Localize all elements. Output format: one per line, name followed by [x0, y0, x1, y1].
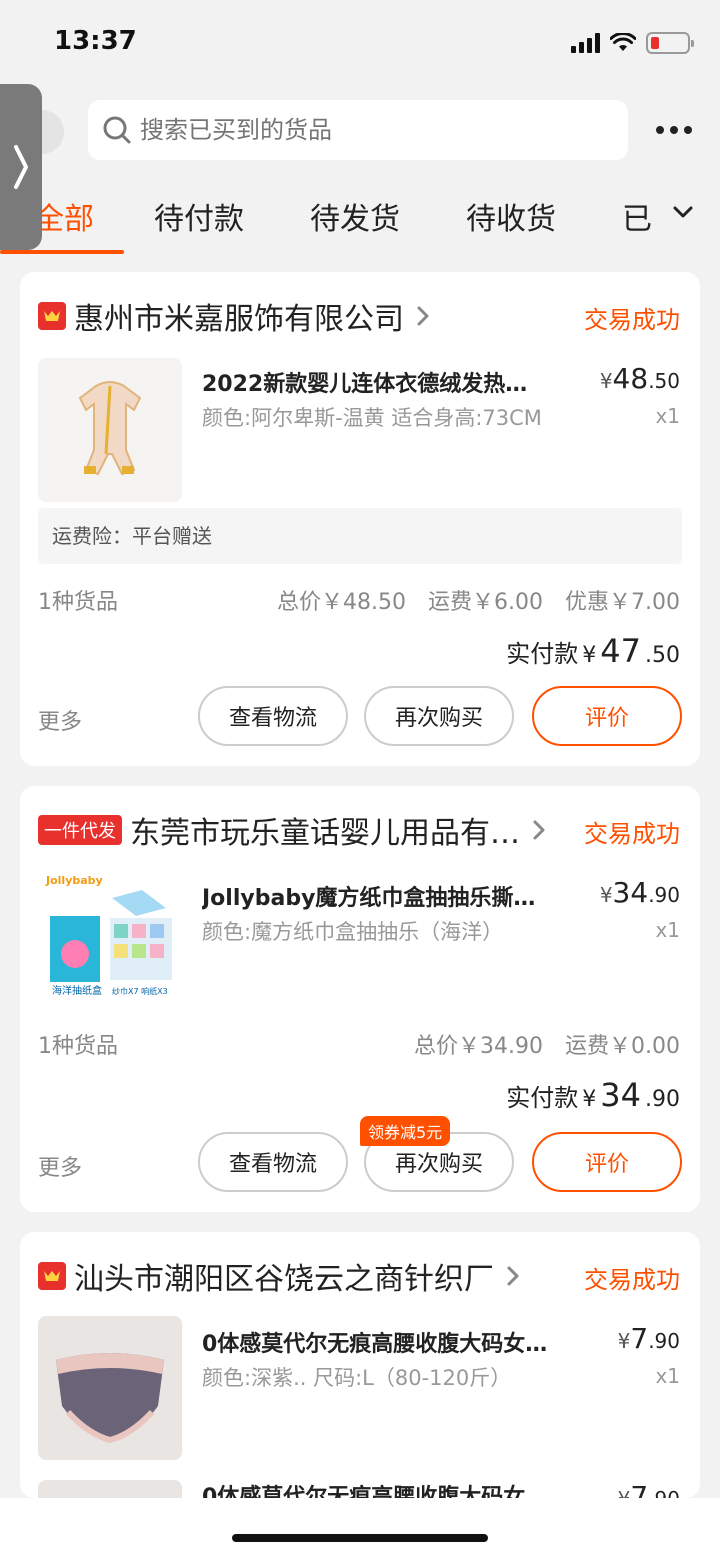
price-summary: 总价￥34.90 运费￥0.00	[414, 1028, 680, 1060]
product-thumbnail[interactable]	[38, 1480, 182, 1498]
thumbnail-brand: Jollybaby	[45, 874, 103, 887]
shop-name: 汕头市潮阳区谷饶云之商针织厂	[74, 1262, 494, 1297]
item-title[interactable]: 0体感莫代尔无痕高腰收腹大码女…	[202, 1326, 562, 1358]
battery-level	[651, 37, 659, 49]
thumbnail-subcaption: 纱巾X7 响纸X3	[112, 986, 168, 996]
chevron-down-icon[interactable]	[672, 204, 694, 220]
battery-icon	[646, 32, 694, 54]
order-status: 交易成功	[584, 306, 680, 334]
order-status: 交易成功	[584, 1266, 680, 1294]
item-count: 1种货品	[38, 590, 118, 615]
shipping-fee: 运费￥6.00	[428, 590, 543, 615]
home-indicator[interactable]	[232, 1534, 488, 1542]
order-card: 汕头市潮阳区谷饶云之商针织厂 交易成功 0体感莫代尔无痕高腰收腹大码女… 颜色:…	[20, 1232, 700, 1498]
item-title[interactable]: 2022新款婴儿连体衣德绒发热…	[202, 366, 562, 398]
shop-tag: 一件代发	[38, 815, 122, 845]
chevron-right-icon	[14, 145, 28, 189]
thumbnail-caption: 海洋抽纸盒	[52, 984, 102, 997]
item-spec: 颜色:深紫.. 尺码:L（80-120斤）	[202, 1366, 512, 1390]
shipping-fee: 运费￥0.00	[565, 1034, 680, 1059]
more-link[interactable]: 更多	[38, 704, 82, 736]
item-price: ¥34.90	[599, 876, 680, 909]
shop-row[interactable]: 汕头市潮阳区谷饶云之商针织厂	[38, 1258, 522, 1297]
item-title[interactable]: Jollybaby魔方纸巾盒抽抽乐撕…	[202, 880, 562, 912]
shop-row[interactable]: 惠州市米嘉服饰有限公司	[38, 298, 432, 337]
tab-all[interactable]: 全部	[34, 194, 94, 238]
item-price: ¥7.90	[617, 1322, 680, 1355]
shipping-insurance: 运费险：平台赠送	[38, 508, 682, 564]
status-icons	[571, 30, 694, 56]
tab-pending-payment[interactable]: 待付款	[154, 194, 244, 238]
item-title[interactable]: 0体感莫代尔无痕高腰收腹大码女…	[202, 1484, 562, 1498]
total-price: 总价￥34.90	[414, 1034, 543, 1059]
order-card: 一件代发 东莞市玩乐童话婴儿用品有… 交易成功 Jollybaby 海洋抽纸盒 …	[20, 786, 700, 1212]
tab-active-indicator	[0, 250, 124, 254]
view-logistics-button[interactable]: 查看物流	[198, 1132, 348, 1192]
chevron-right-icon	[533, 820, 545, 840]
signal-icon	[571, 33, 600, 53]
side-drawer-handle[interactable]	[0, 84, 42, 250]
search-box[interactable]	[88, 100, 628, 160]
status-time: 13:37	[54, 26, 137, 56]
review-button[interactable]: 评价	[532, 1132, 682, 1192]
item-count: 1种货品	[38, 1034, 118, 1059]
discount: 优惠￥7.00	[565, 590, 680, 615]
item-spec: 颜色:阿尔卑斯-温黄 适合身高:73CM	[202, 406, 542, 430]
tab-completed[interactable]: 已	[622, 194, 652, 238]
review-button[interactable]: 评价	[532, 686, 682, 746]
bottom-bar	[0, 1498, 720, 1558]
product-thumbnail[interactable]	[38, 358, 182, 502]
price-summary: 总价￥48.50 运费￥6.00 优惠￥7.00	[277, 584, 680, 616]
order-status: 交易成功	[584, 820, 680, 848]
more-options-icon[interactable]	[656, 126, 692, 134]
buy-again-button[interactable]: 再次购买	[364, 686, 514, 746]
tab-pending-shipment[interactable]: 待发货	[310, 194, 400, 238]
search-input[interactable]	[140, 116, 600, 144]
item-quantity: x1	[655, 404, 680, 428]
order-tabs: 全部 待付款 待发货 待收货 已	[0, 176, 720, 256]
chevron-right-icon	[417, 306, 429, 326]
tab-pending-receipt[interactable]: 待收货	[466, 194, 556, 238]
shop-row[interactable]: 一件代发 东莞市玩乐童话婴儿用品有…	[38, 812, 548, 851]
item-quantity: x1	[655, 1364, 680, 1388]
product-thumbnail[interactable]	[38, 1316, 182, 1460]
order-card: 惠州市米嘉服饰有限公司 交易成功 2022新款婴儿连体衣德绒发热… 颜色:阿尔卑…	[20, 272, 700, 766]
view-logistics-button[interactable]: 查看物流	[198, 686, 348, 746]
shop-name: 惠州市米嘉服饰有限公司	[74, 302, 404, 337]
status-bar: 13:37	[0, 0, 720, 86]
paid-amount: 实付款 ¥ 47.50	[506, 632, 680, 670]
coupon-badge[interactable]: 领券减5元	[360, 1116, 451, 1146]
total-price: 总价￥48.50	[277, 590, 406, 615]
item-quantity: x1	[655, 918, 680, 942]
search-icon	[103, 116, 131, 144]
item-price: ¥48.50	[599, 362, 680, 395]
item-price: ¥7.90	[618, 1482, 680, 1498]
search-row	[0, 86, 720, 176]
shop-badge-icon	[38, 302, 66, 330]
item-spec: 颜色:魔方纸巾盒抽抽乐（海洋）	[202, 920, 504, 944]
shop-name: 东莞市玩乐童话婴儿用品有…	[130, 816, 520, 851]
shop-badge-icon	[38, 1262, 66, 1290]
wifi-icon	[610, 33, 636, 51]
more-link[interactable]: 更多	[38, 1150, 82, 1182]
product-thumbnail[interactable]: Jollybaby 海洋抽纸盒 纱巾X7 响纸X3	[38, 868, 182, 1012]
paid-amount: 实付款 ¥ 34.90	[506, 1076, 680, 1114]
chevron-right-icon	[507, 1266, 519, 1286]
